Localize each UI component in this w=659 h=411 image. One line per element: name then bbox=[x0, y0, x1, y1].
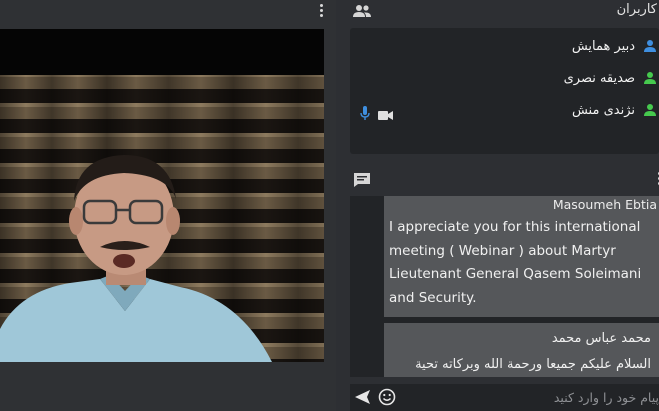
person-icon bbox=[644, 72, 656, 84]
more-vert-icon[interactable] bbox=[316, 1, 326, 19]
chat-panel: Masoumeh Ebtia I appreciate you for this… bbox=[340, 164, 659, 411]
user-name: دبیر همایش bbox=[571, 38, 635, 54]
chat-message: محمد عباس محمد السلام علیکم جمیعا ورحمة … bbox=[384, 323, 659, 377]
person-icon bbox=[644, 104, 656, 116]
user-row-2[interactable]: صدیقه نصری bbox=[564, 66, 659, 90]
people-icon bbox=[353, 5, 371, 17]
users-panel: کاربران دبیر همایش صدیقه نصری نژندی منش bbox=[340, 0, 659, 160]
message-author: محمد عباس محمد bbox=[551, 331, 651, 346]
user-row-1[interactable]: دبیر همایش bbox=[572, 34, 659, 58]
video-panel bbox=[0, 0, 336, 411]
webcam-video[interactable] bbox=[0, 29, 324, 362]
mic-icon[interactable] bbox=[360, 106, 370, 125]
videocam-icon[interactable] bbox=[378, 106, 394, 125]
video-toolbar bbox=[0, 0, 336, 20]
speaker-video-image bbox=[0, 29, 324, 362]
chat-message: Masoumeh Ebtia I appreciate you for this… bbox=[384, 196, 659, 317]
chat-messages[interactable]: Masoumeh Ebtia I appreciate you for this… bbox=[350, 196, 659, 377]
user-row-3[interactable]: نژندی منش bbox=[572, 98, 659, 122]
user-name: صدیقه نصری bbox=[563, 70, 635, 86]
chat-input-bar bbox=[350, 384, 659, 411]
users-title: کاربران bbox=[616, 2, 657, 17]
emoji-icon[interactable] bbox=[378, 388, 396, 406]
send-icon[interactable] bbox=[354, 389, 372, 405]
message-text: السلام علیکم جمیعا ورحمة الله وبرکاته تح… bbox=[415, 357, 651, 372]
user-media-status bbox=[360, 106, 394, 125]
person-icon bbox=[644, 40, 656, 52]
user-name: نژندی منش bbox=[571, 102, 635, 118]
chat-message-input[interactable] bbox=[404, 386, 659, 408]
users-list: دبیر همایش صدیقه نصری نژندی منش bbox=[350, 28, 659, 154]
message-text: I appreciate you for this international … bbox=[389, 219, 642, 306]
chat-icon bbox=[354, 173, 370, 187]
message-author: Masoumeh Ebtia bbox=[552, 197, 657, 212]
